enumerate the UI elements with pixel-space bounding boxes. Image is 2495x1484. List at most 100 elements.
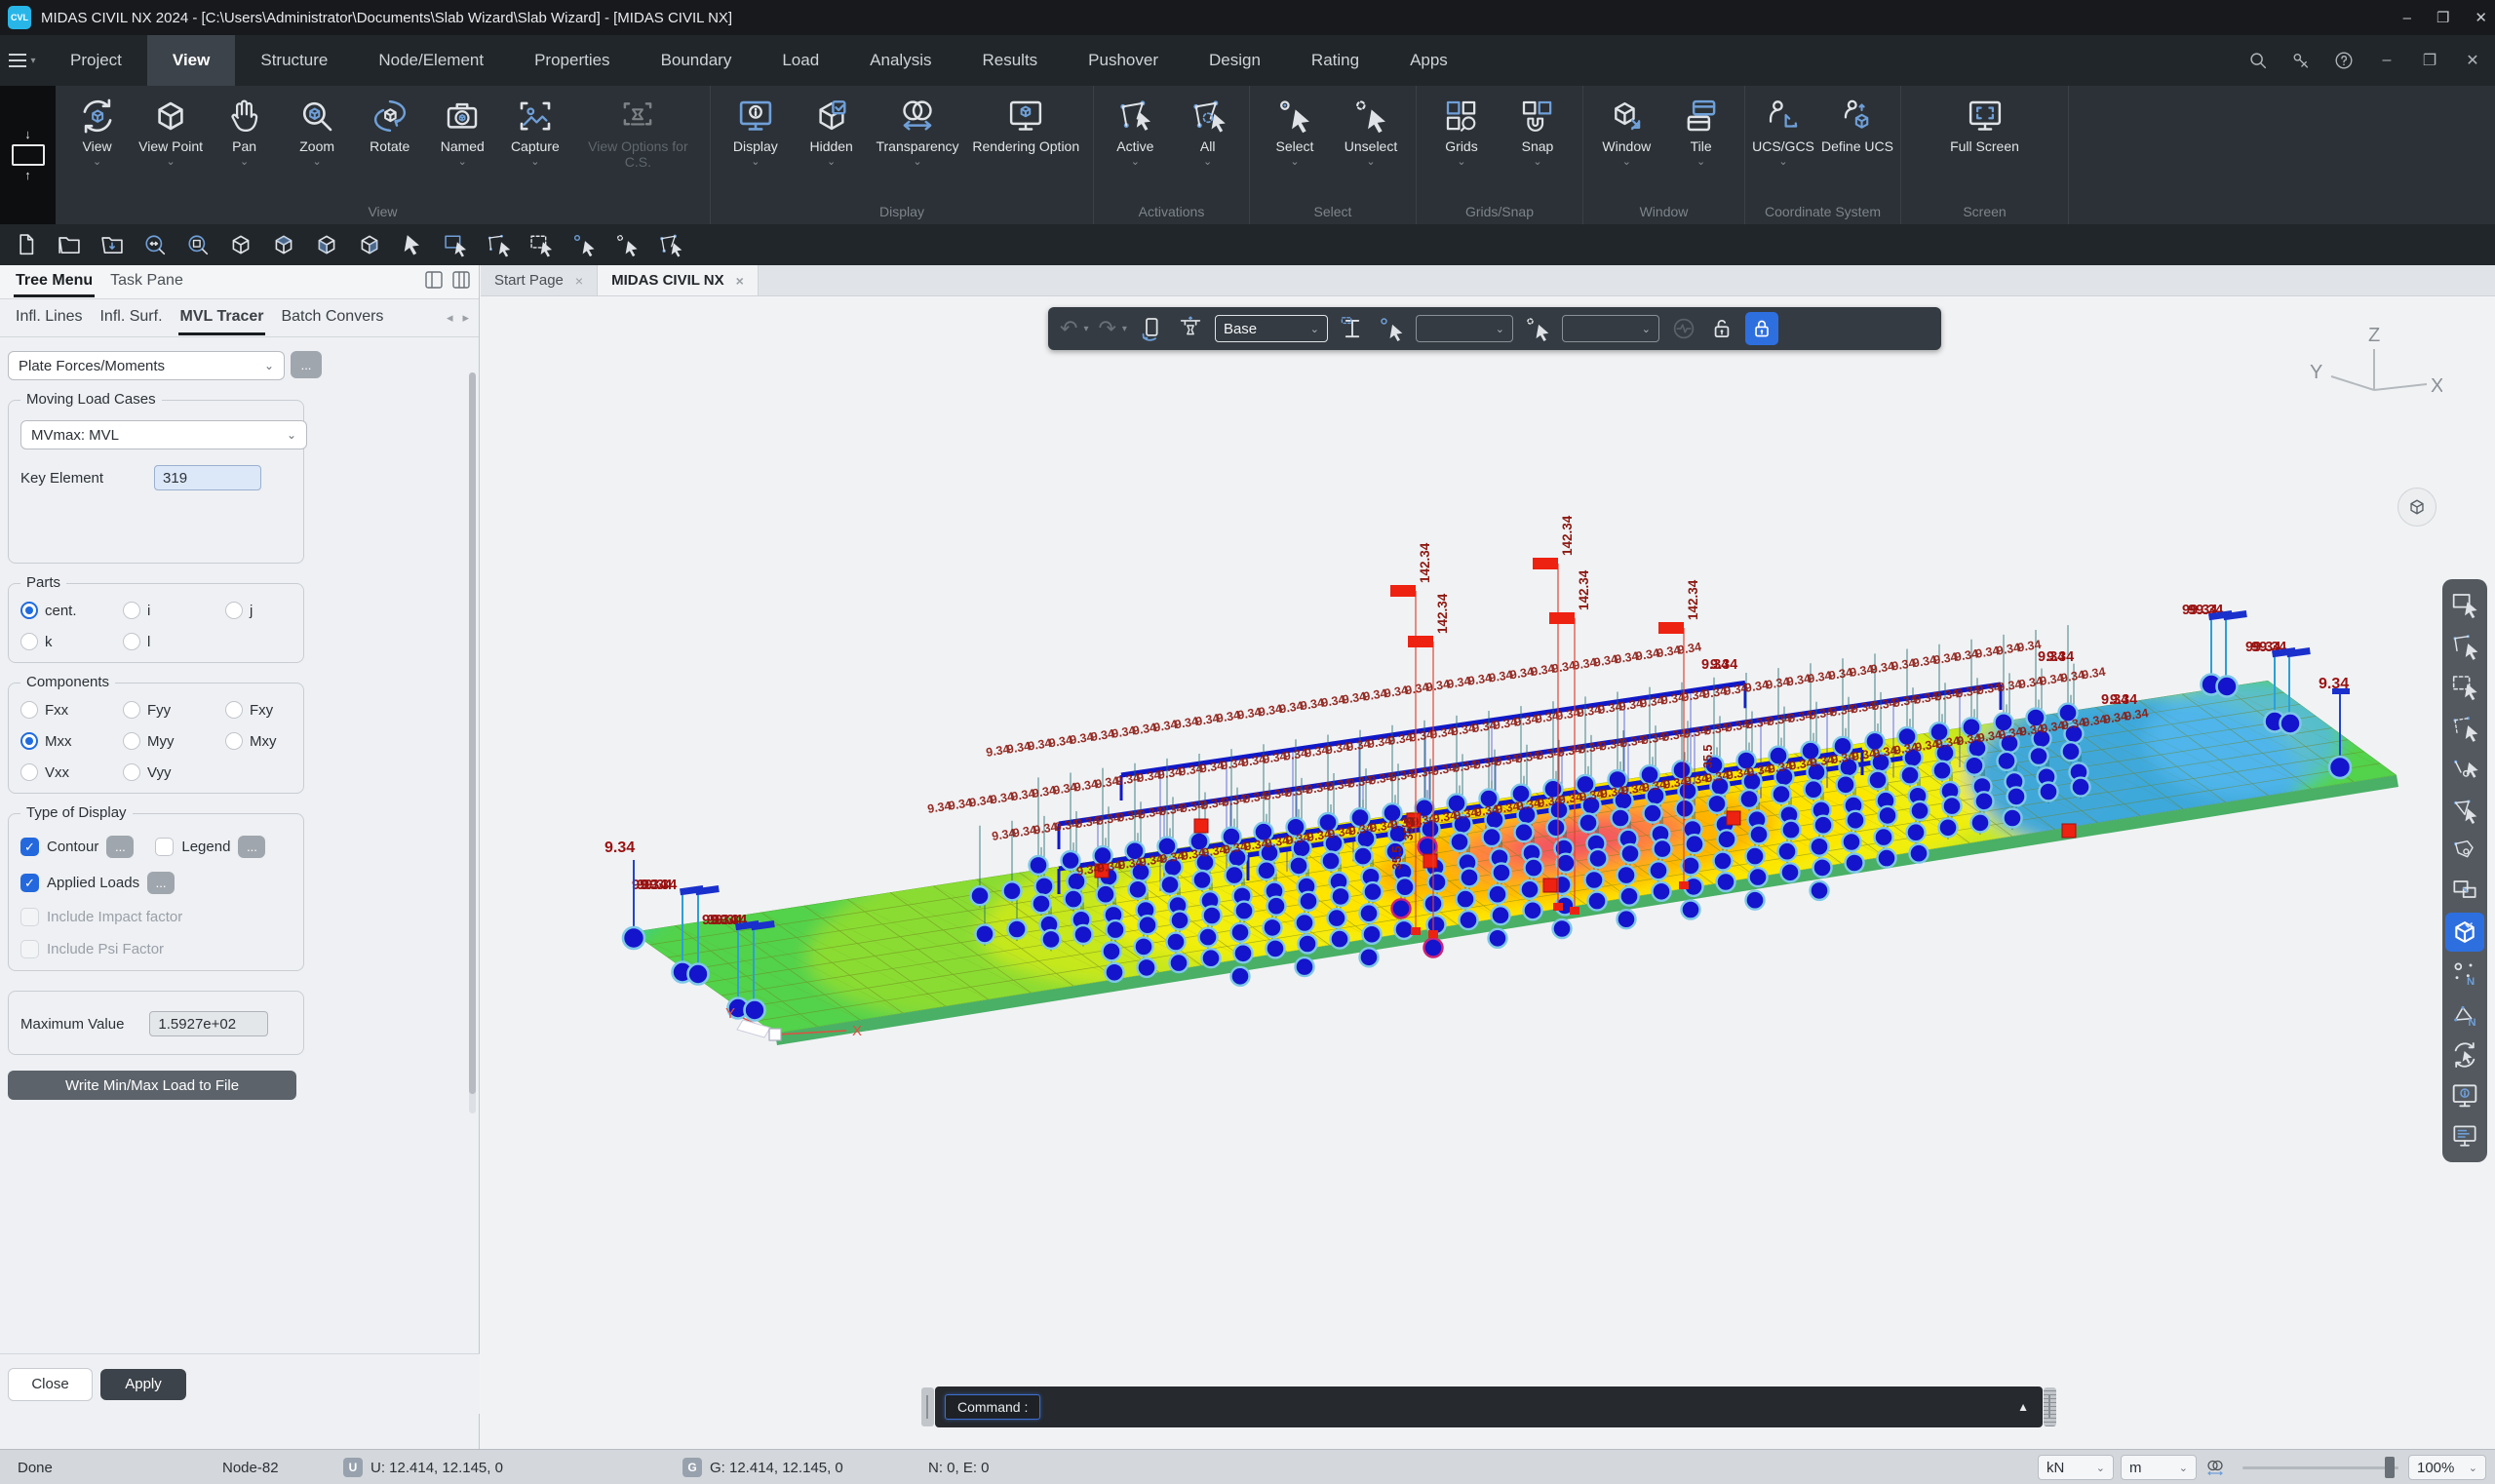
radio-mxx[interactable]: Mxx [20,732,123,750]
child-minimize-icon[interactable]: – [2376,50,2398,71]
radio-l[interactable]: l [123,633,225,650]
ribbon-button-rendering-option[interactable]: Rendering Option [972,94,1079,167]
import-folder-icon[interactable] [97,230,127,259]
chevron-down-icon[interactable]: ▾ [1122,324,1127,334]
menu-item-load[interactable]: Load [757,35,844,86]
unselect-pick-icon[interactable] [612,230,642,259]
menu-item-node-element[interactable]: Node/Element [353,35,509,86]
panel-tab-task-pane[interactable]: Task Pane [108,267,185,297]
view-front-icon[interactable] [312,230,341,259]
node-select[interactable]: ⌄ [1416,315,1513,342]
child-restore-icon[interactable]: ❐ [2419,50,2440,71]
result-type-more-button[interactable]: ... [291,351,322,378]
checkbox-legend[interactable] [155,838,174,856]
select-box-dashed-icon[interactable] [2445,667,2484,706]
lock-view-button[interactable] [1745,312,1778,345]
transparency-slider-thumb[interactable] [2385,1457,2395,1478]
iso-view-icon[interactable] [2445,913,2484,952]
model-viewport[interactable]: 9.349.349.349.349.349.349.349.349.349.34… [481,296,2495,1449]
force-unit-select[interactable]: kN⌄ [2038,1455,2114,1480]
maximize-button[interactable]: ❐ [2437,9,2449,26]
ribbon-button-view-point[interactable]: View Point⌄ [138,94,203,167]
select-poly-icon[interactable] [2445,626,2484,665]
radio-myy[interactable]: Myy [123,732,225,750]
menu-item-boundary[interactable]: Boundary [636,35,758,86]
subtab-scroll-left-icon[interactable]: ◂ [447,310,453,326]
zoom-level-select[interactable]: 100%⌄ [2408,1455,2486,1480]
ribbon-button-ucs-gcs[interactable]: UCS/GCS⌄ [1752,94,1814,167]
panel-scrollbar[interactable] [469,372,476,1113]
open-folder-icon[interactable] [55,230,84,259]
redo-button[interactable]: ↷ [1098,316,1115,341]
ribbon-button-active[interactable]: Active⌄ [1104,94,1166,167]
redraw-icon[interactable] [2445,1035,2484,1074]
length-unit-select[interactable]: m⌄ [2121,1455,2197,1480]
ribbon-button-display[interactable]: Display⌄ [724,94,787,167]
panel-tab-tree-menu[interactable]: Tree Menu [14,267,95,297]
view-left-icon[interactable] [355,230,384,259]
select-box-icon[interactable] [2445,585,2484,624]
result-type-select[interactable]: Plate Forces/Moments⌄ [8,351,285,380]
more-options-button[interactable]: ... [147,872,175,894]
ribbon-button-grids[interactable]: Grids⌄ [1430,94,1493,167]
write-minmax-button[interactable]: Write Min/Max Load to File [8,1071,296,1100]
search-icon[interactable] [2247,50,2269,71]
menu-item-analysis[interactable]: Analysis [844,35,956,86]
ribbon-button-rotate[interactable]: Rotate [359,94,421,167]
unlock-icon[interactable] [1708,315,1735,342]
minimize-button[interactable]: – [2403,10,2411,26]
select-polygon-icon[interactable] [484,230,513,259]
panel-subtab-infl-lines[interactable]: Infl. Lines [14,301,84,335]
checkbox-contour[interactable]: ✓ [20,838,39,856]
select-previous-icon[interactable] [655,230,684,259]
select-plane-icon[interactable] [2445,790,2484,829]
menu-item-structure[interactable]: Structure [235,35,353,86]
radio-i[interactable]: i [123,602,225,619]
transparency-slider[interactable] [2242,1466,2398,1469]
ribbon-button-capture[interactable]: Capture⌄ [504,94,566,167]
close-button[interactable]: ✕ [2475,9,2487,26]
radio-vxx[interactable]: Vxx [20,763,123,781]
document-tab-start-page[interactable]: Start Page× [481,265,598,295]
help-icon[interactable] [2333,50,2355,71]
element-select[interactable]: ⌄ [1562,315,1659,342]
panel-subtab-infl-surf-[interactable]: Infl. Surf. [97,301,164,335]
command-bar-grip-right[interactable] [2044,1387,2056,1426]
pick-element-icon[interactable] [1523,314,1552,343]
dock-layout-icon[interactable] [424,270,444,294]
select-entity-icon[interactable] [2445,749,2484,788]
display-info-icon[interactable] [2445,1076,2484,1115]
zoom-window2-icon[interactable] [2445,872,2484,911]
apply-button[interactable]: Apply [100,1369,186,1400]
split-layout-icon[interactable] [451,270,471,294]
checkbox-applied-loads[interactable]: ✓ [20,874,39,892]
menu-item-rating[interactable]: Rating [1286,35,1384,86]
close-tab-icon[interactable]: × [575,273,583,289]
rotate-model-icon[interactable] [1137,314,1166,343]
transparency-toggle-icon[interactable] [2203,1450,2227,1484]
ribbon-button-unselect[interactable]: Unselect⌄ [1340,94,1402,167]
view-top-icon[interactable] [269,230,298,259]
menu-item-results[interactable]: Results [956,35,1063,86]
beam-section-icon[interactable] [1338,314,1367,343]
menu-item-pushover[interactable]: Pushover [1063,35,1184,86]
node-number-icon[interactable]: N [2445,954,2484,993]
view-cube-button[interactable] [2398,488,2437,527]
zoom-window-icon[interactable] [183,230,213,259]
select-single-icon[interactable] [398,230,427,259]
radio-k[interactable]: k [20,633,123,650]
ribbon-button-full-screen[interactable]: Full Screen [1950,94,2019,167]
radio-fyy[interactable]: Fyy [123,701,225,719]
ribbon-button-hidden[interactable]: Hidden⌄ [800,94,863,167]
menu-item-project[interactable]: Project [45,35,147,86]
select-volume-icon[interactable] [2445,831,2484,870]
panel-subtab-mvl-tracer[interactable]: MVL Tracer [178,301,266,335]
menu-item-view[interactable]: View [147,35,235,86]
display-settings-icon[interactable] [2445,1117,2484,1156]
select-window-icon[interactable] [441,230,470,259]
radio-vyy[interactable]: Vyy [123,763,225,781]
ribbon-button-snap[interactable]: Snap⌄ [1506,94,1569,167]
stage-view-icon[interactable] [1176,314,1205,343]
ribbon-button-transparency[interactable]: Transparency⌄ [876,94,958,167]
close-button[interactable]: Close [8,1368,93,1401]
